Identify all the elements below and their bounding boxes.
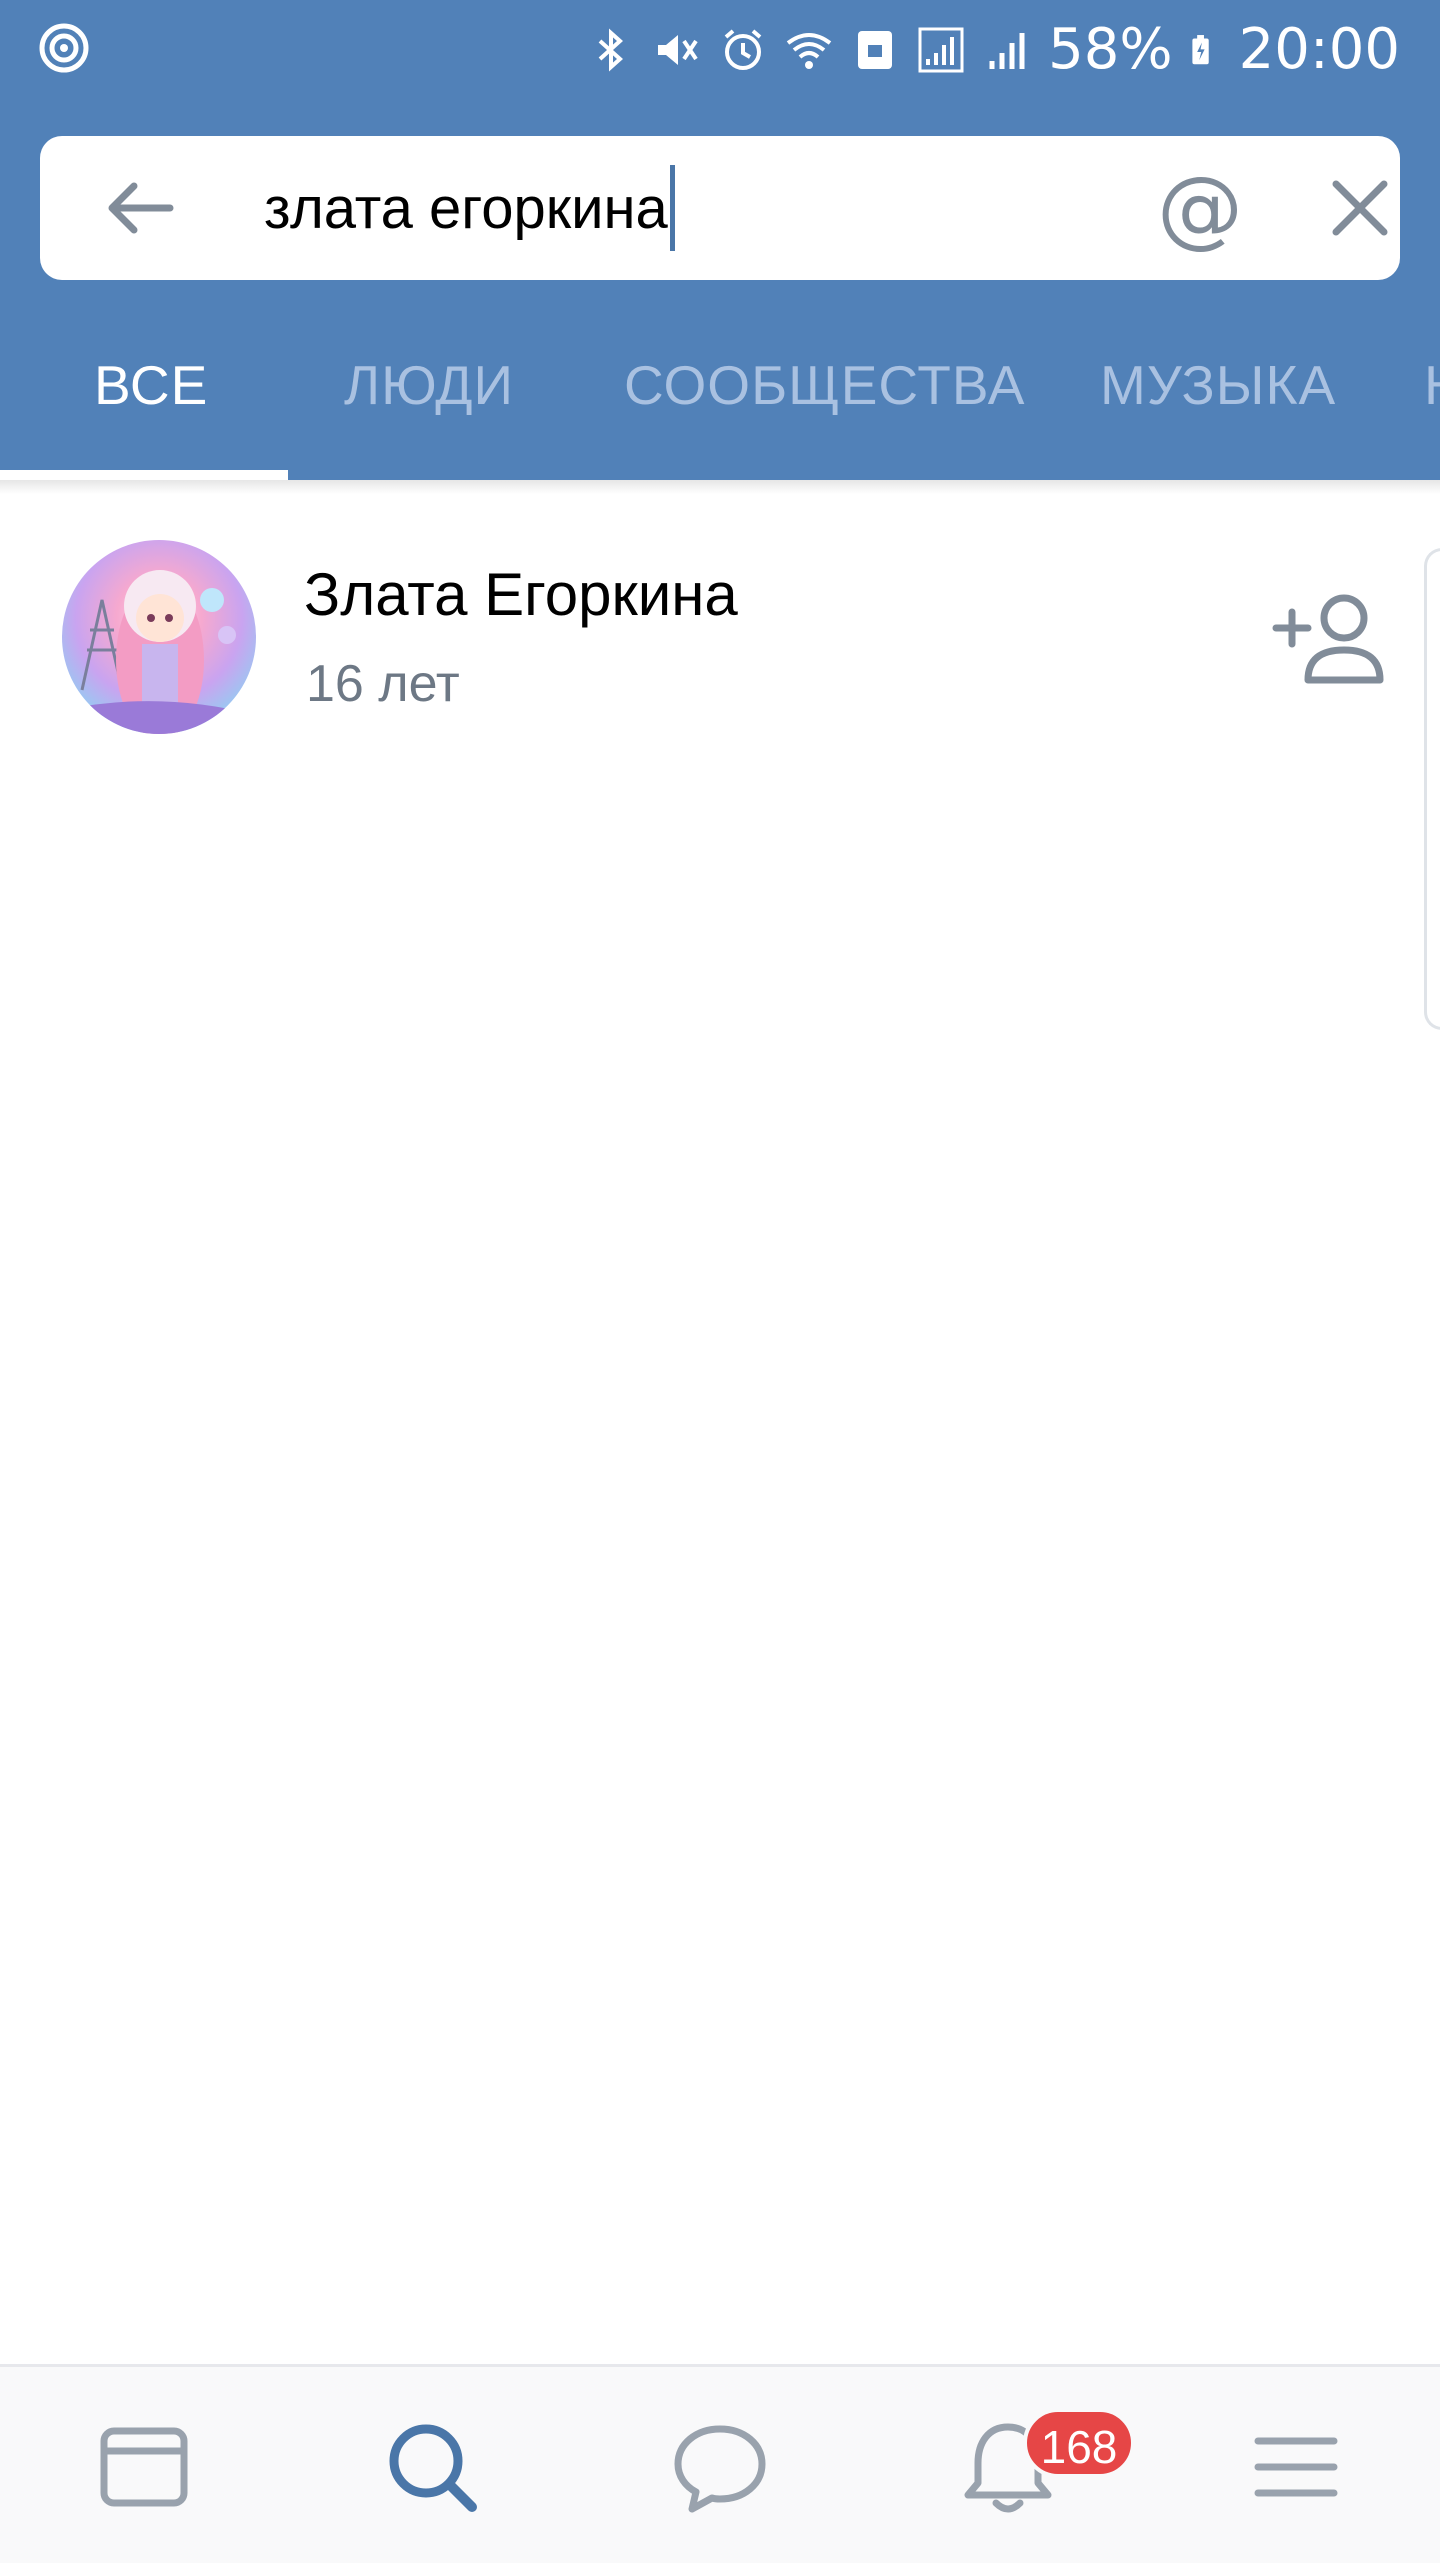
tab-communities[interactable]: СООБЩЕСТВА	[624, 340, 1025, 430]
clock: 20:00	[1238, 17, 1400, 82]
side-panel-handle[interactable]	[1424, 548, 1440, 1030]
notification-icon	[39, 23, 89, 73]
text-caret	[669, 165, 675, 251]
search-tabs: ВСЕ ЛЮДИ СООБЩЕСТВА МУЗЫКА Н	[0, 340, 1440, 430]
signal-icon	[989, 33, 1025, 69]
app-header: 58% 20:00 злата егоркина @ ВСЕ ЛЮДИ СООБ…	[0, 0, 1440, 480]
tab-more[interactable]: Н	[1424, 340, 1440, 430]
nfc-icon	[858, 31, 893, 69]
bluetooth-icon	[598, 28, 624, 72]
search-input[interactable]: злата егоркина	[264, 136, 1124, 280]
news-icon[interactable]	[94, 2417, 194, 2517]
search-bar: злата егоркина @	[40, 136, 1400, 280]
search-icon[interactable]	[382, 2417, 482, 2517]
tab-music[interactable]: МУЗЫКА	[1100, 340, 1336, 430]
vibrate-icon	[658, 35, 698, 65]
battery-charging-icon	[1192, 35, 1209, 65]
bottom-navigation	[0, 2364, 1440, 2563]
tab-all[interactable]: ВСЕ	[94, 340, 208, 430]
messages-icon[interactable]	[670, 2417, 770, 2517]
battery-percentage: 58%	[1048, 17, 1173, 82]
result-subtitle: 16 лет	[306, 655, 460, 713]
result-name: Злата Егоркина	[304, 561, 738, 628]
mention-button[interactable]: @	[1150, 160, 1250, 256]
wifi-icon	[786, 33, 832, 69]
header-shadow	[0, 480, 1440, 494]
status-icons: 58% 20:00	[586, 14, 1400, 86]
signal-icon	[918, 27, 964, 73]
menu-icon[interactable]	[1246, 2417, 1346, 2517]
close-icon[interactable]	[1320, 168, 1400, 248]
search-query: злата егоркина	[264, 175, 668, 241]
avatar[interactable]	[62, 540, 256, 734]
notifications-badge: 168	[1023, 2408, 1135, 2478]
list-item[interactable]: Злата Егоркина 16 лет	[0, 530, 1440, 750]
status-bar: 58% 20:00	[0, 0, 1440, 100]
add-friend-icon[interactable]	[1268, 588, 1384, 688]
active-tab-indicator	[0, 470, 288, 480]
tab-people[interactable]: ЛЮДИ	[344, 340, 514, 430]
avatar-image	[62, 570, 256, 734]
arrow-left-icon[interactable]	[100, 168, 180, 248]
alarm-icon	[724, 29, 762, 70]
